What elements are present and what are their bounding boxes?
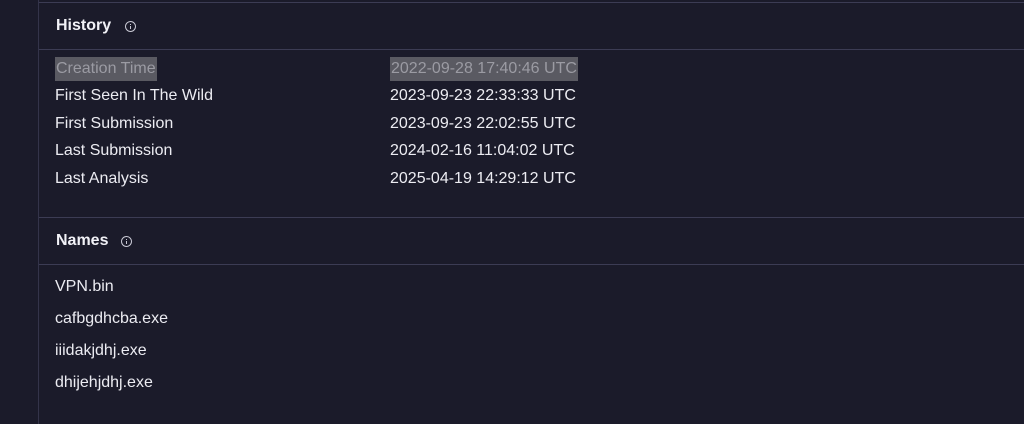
list-item: cafbgdhcba.exe [55, 310, 168, 327]
names-section-header: Names [39, 217, 1024, 265]
history-label: First Submission [55, 114, 174, 132]
names-list: VPN.bin cafbgdhcba.exe iiidakjdhj.exe dh… [55, 275, 168, 403]
list-item: iiidakjdhj.exe [55, 342, 147, 359]
history-label: Last Submission [55, 142, 173, 160]
history-section-header: History [39, 3, 1024, 50]
history-label: Last Analysis [55, 169, 149, 187]
info-icon[interactable] [125, 21, 136, 32]
list-item: VPN.bin [55, 278, 114, 295]
history-title: History [56, 17, 112, 34]
history-value: 2022-09-28 17:40:46 UTC [390, 57, 578, 81]
history-value: 2023-09-23 22:02:55 UTC [390, 114, 576, 132]
info-icon[interactable] [121, 236, 132, 247]
history-label: First Seen In The Wild [55, 87, 213, 105]
list-item: dhijehjdhj.exe [55, 374, 153, 391]
history-label: Creation Time [55, 57, 157, 81]
history-value: 2024-02-16 11:04:02 UTC [390, 142, 575, 160]
names-title: Names [56, 232, 109, 249]
history-value: 2023-09-23 22:33:33 UTC [390, 87, 576, 105]
history-value: 2025-04-19 14:29:12 UTC [390, 169, 576, 187]
details-panel: History Creation Time 2022-09-28 17:40:4… [38, 0, 1024, 424]
